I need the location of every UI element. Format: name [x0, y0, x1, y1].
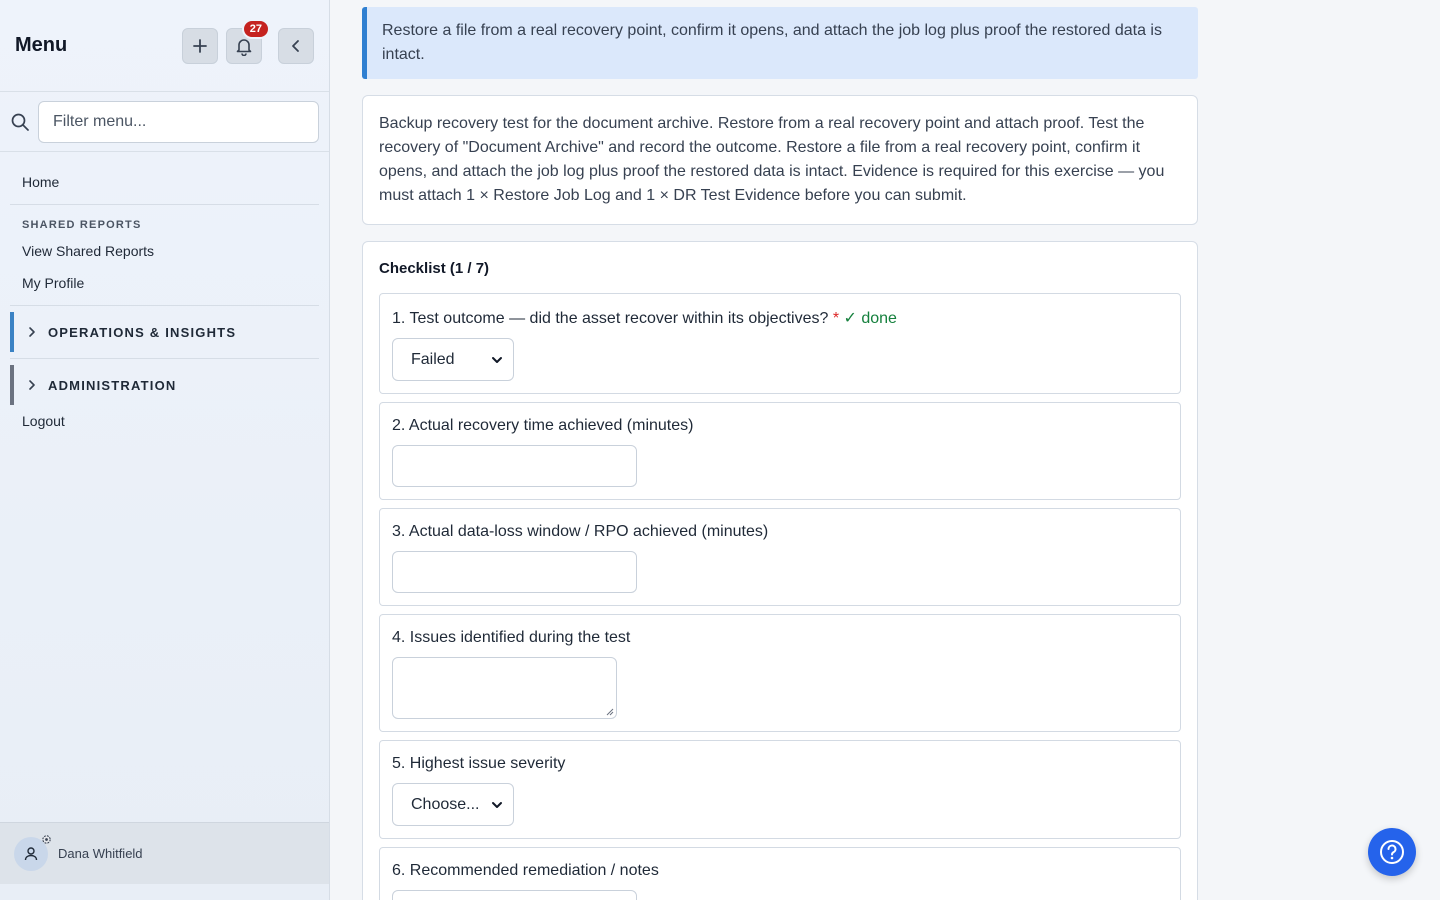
notifications-button[interactable]: 27: [226, 18, 270, 64]
item-label: 4. Issues identified during the test: [392, 629, 631, 646]
chevron-right-icon: [26, 326, 42, 338]
checklist-item-5: 5. Highest issue severity Choose...: [379, 740, 1181, 839]
item-label: 2. Actual recovery time achieved (minute…: [392, 417, 694, 434]
search-icon: [10, 112, 30, 132]
bell-icon: [236, 38, 252, 56]
divider: [10, 358, 319, 359]
sidebar-group-label: OPERATIONS & INSIGHTS: [48, 324, 237, 340]
sidebar-item-view-shared-reports[interactable]: View Shared Reports: [10, 235, 319, 267]
sidebar-item-my-profile[interactable]: My Profile: [10, 267, 319, 299]
gear-icon: [42, 834, 51, 844]
filter-row: [0, 92, 329, 152]
checklist-item-6: 6. Recommended remediation / notes: [379, 847, 1181, 900]
rpo-input[interactable]: [392, 551, 637, 593]
sidebar-header: Menu 27: [0, 0, 329, 92]
avatar: [14, 834, 51, 871]
test-outcome-select[interactable]: Failed: [392, 338, 514, 381]
main-content: Restore a file from a real recovery poin…: [362, 0, 1198, 900]
collapse-sidebar-button[interactable]: [278, 27, 314, 64]
sidebar-group-label: ADMINISTRATION: [48, 377, 177, 393]
notification-badge: 27: [241, 18, 270, 39]
chevron-down-icon: [492, 801, 502, 808]
checklist-item-3: 3. Actual data-loss window / RPO achieve…: [379, 508, 1181, 606]
sidebar-item-home[interactable]: Home: [10, 166, 319, 198]
chevron-right-icon: [26, 379, 42, 391]
item-label: 6. Recommended remediation / notes: [392, 862, 659, 879]
item-label: 5. Highest issue severity: [392, 755, 566, 772]
select-value: Failed: [411, 350, 455, 368]
plus-icon: [193, 38, 207, 53]
select-value: Choose...: [411, 795, 480, 813]
done-status: ✓ done: [843, 310, 897, 327]
section-label-shared-reports: SHARED REPORTS: [22, 219, 142, 231]
item-label-text: 1. Test outcome — did the asset recover …: [392, 310, 829, 327]
issues-textarea[interactable]: [392, 657, 617, 719]
checklist-title: Checklist (1 / 7): [379, 260, 490, 277]
recovery-time-input[interactable]: [392, 445, 637, 487]
item-label: 1. Test outcome — did the asset recover …: [392, 308, 1168, 328]
sidebar: Menu 27 Home SHARED REPORTS View Shared …: [0, 0, 330, 900]
help-button[interactable]: [1368, 828, 1416, 876]
resize-grip-icon[interactable]: [606, 708, 614, 716]
checklist-item-2: 2. Actual recovery time achieved (minute…: [379, 402, 1181, 500]
chevron-left-icon: [292, 39, 299, 52]
severity-select[interactable]: Choose...: [392, 783, 514, 826]
checklist-card: Checklist (1 / 7) 1. Test outcome — did …: [362, 241, 1198, 900]
divider: [10, 305, 319, 306]
chevron-down-icon: [492, 356, 502, 363]
sidebar-item-logout[interactable]: Logout: [10, 405, 319, 437]
checklist-item-1: 1. Test outcome — did the asset recover …: [379, 293, 1181, 394]
sidebar-group-operations-insights[interactable]: OPERATIONS & INSIGHTS: [10, 312, 319, 352]
remediation-input[interactable]: [392, 890, 637, 900]
item-label: 3. Actual data-loss window / RPO achieve…: [392, 523, 769, 540]
add-button[interactable]: [182, 27, 218, 64]
user-name: Dana Whitfield: [58, 846, 143, 861]
user-icon: [24, 846, 38, 860]
filter-menu-input[interactable]: [38, 100, 319, 143]
divider: [10, 204, 319, 205]
instruction-callout: Restore a file from a real recovery poin…: [362, 7, 1198, 79]
required-marker: *: [832, 310, 840, 327]
help-icon: [1380, 840, 1404, 864]
menu-title: Menu: [15, 34, 68, 56]
user-footer[interactable]: Dana Whitfield: [0, 822, 329, 884]
description-card: Backup recovery test for the document ar…: [362, 95, 1198, 225]
checklist-item-4: 4. Issues identified during the test: [379, 614, 1181, 732]
sidebar-group-administration[interactable]: ADMINISTRATION: [10, 365, 319, 405]
sidebar-nav: Home SHARED REPORTS View Shared Reports …: [0, 152, 329, 437]
